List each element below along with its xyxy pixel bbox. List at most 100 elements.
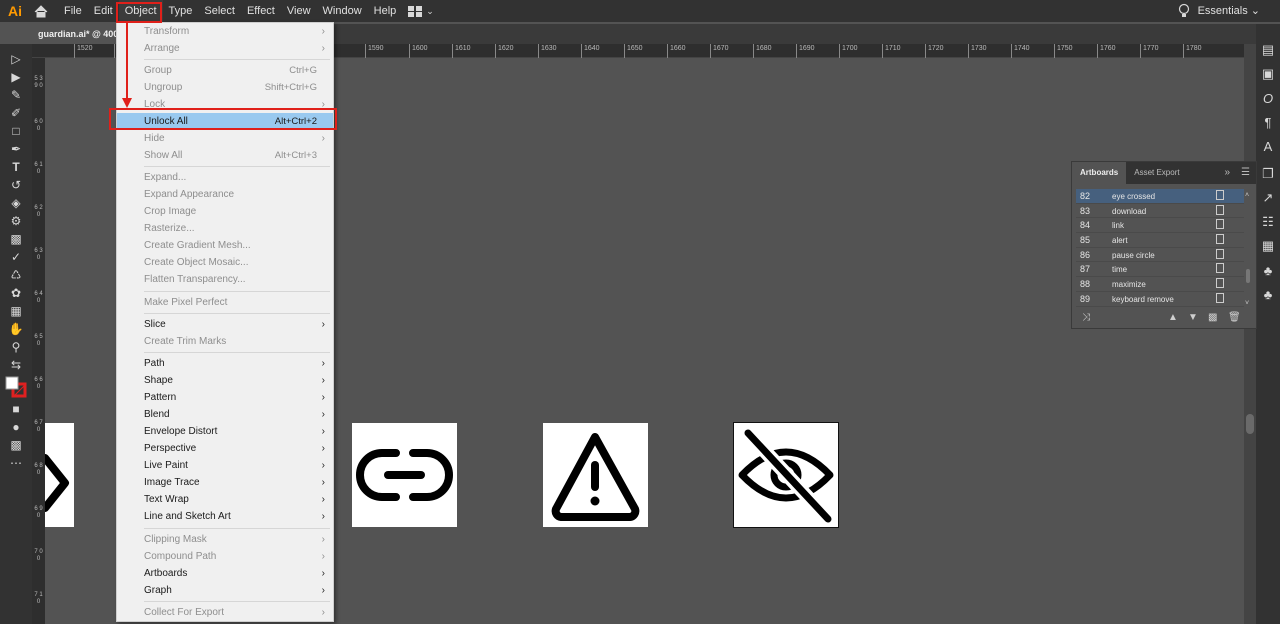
artboard-options-icon[interactable] [1216, 234, 1224, 245]
scrollbar-thumb[interactable] [1246, 414, 1254, 434]
artboard-options-icon[interactable] [1216, 278, 1224, 289]
lightbulb-icon[interactable] [1178, 3, 1190, 22]
artboard-alert[interactable] [543, 423, 648, 527]
tab-asset-export[interactable]: Asset Export [1126, 162, 1187, 184]
artboard-row[interactable]: 89 keyboard remove [1076, 292, 1244, 307]
artboards-panel-icon[interactable]: ❐ [1256, 162, 1280, 186]
symbol-sprayer-tool-icon[interactable]: ✿ [0, 284, 32, 302]
canvas-vertical-scrollbar[interactable] [1244, 44, 1256, 624]
menu-effect[interactable]: Effect [241, 0, 281, 22]
artboard-name[interactable]: time [1112, 265, 1127, 274]
artboard-options-icon[interactable] [1216, 219, 1224, 230]
artboard-row[interactable]: 85 alert [1076, 233, 1244, 248]
character-icon[interactable]: A [1256, 134, 1280, 158]
new-artboard-icon[interactable]: ▩ [1208, 312, 1217, 323]
artboard-row[interactable]: 88 maximize [1076, 277, 1244, 292]
menu-item-slice[interactable]: Slice › [117, 316, 333, 333]
menu-item-perspective[interactable]: Perspective › [117, 440, 333, 457]
menu-item-text-wrap[interactable]: Text Wrap › [117, 491, 333, 508]
brushes-icon[interactable]: ♣ [1256, 282, 1280, 306]
export-icon[interactable]: ↗ [1256, 186, 1280, 210]
direct-selection-tool-icon[interactable]: ▶ [0, 68, 32, 86]
menu-item-shape[interactable]: Shape › [117, 372, 333, 389]
hand-tool-icon[interactable]: ✋ [0, 320, 32, 338]
menu-file[interactable]: File [58, 0, 88, 22]
menu-type[interactable]: Type [163, 0, 199, 22]
panel-menu-icon[interactable]: ☰ [1241, 162, 1250, 184]
paragraph-icon[interactable]: ¶ [1256, 110, 1280, 134]
workspace-essentials[interactable]: Essentials ⌄ [1198, 0, 1260, 22]
artboards-list-scrollbar[interactable]: ˄ ˅ [1244, 189, 1252, 307]
artboard-tool-icon[interactable]: ▦ [0, 302, 32, 320]
properties-icon[interactable]: ▤ [1256, 38, 1280, 62]
opentype-icon[interactable]: O [1256, 86, 1280, 110]
delete-artboard-icon[interactable]: 🗑 [1228, 312, 1241, 323]
draw-mode-icon[interactable]: ● [0, 418, 32, 436]
artboard-row[interactable]: 83 download [1076, 204, 1244, 219]
artboard-options-icon[interactable] [1216, 292, 1224, 303]
artboard-name[interactable]: keyboard remove [1112, 295, 1174, 304]
color-mode-icon[interactable]: ■ [0, 400, 32, 418]
move-up-icon[interactable]: ▲ [1168, 312, 1178, 323]
menu-edit[interactable]: Edit [88, 0, 119, 22]
artboard-name[interactable]: alert [1112, 236, 1128, 245]
menu-item-path[interactable]: Path › [117, 355, 333, 372]
blend-tool-icon[interactable]: ♺ [0, 266, 32, 284]
artboard-row[interactable]: 82 eye crossed [1076, 189, 1244, 204]
artboard-options-icon[interactable] [1216, 204, 1224, 215]
artboard-eye-crossed[interactable] [733, 422, 839, 528]
home-icon[interactable] [30, 0, 52, 22]
menu-window[interactable]: Window [317, 0, 368, 22]
artboard-row[interactable]: 87 time [1076, 262, 1244, 278]
rearrange-artboards-icon[interactable]: ⤨ [1082, 312, 1090, 323]
layers-icon[interactable]: ☷ [1256, 210, 1280, 234]
paintbrush-tool-icon[interactable]: ✒ [0, 140, 32, 158]
artboard-options-icon[interactable] [1216, 190, 1224, 200]
libraries-icon[interactable]: ▦ [1256, 234, 1280, 258]
eyedropper-tool-icon[interactable]: ✓ [0, 248, 32, 266]
menu-item-artboards[interactable]: Artboards › [117, 565, 333, 582]
artboard-name[interactable]: link [1112, 221, 1124, 230]
curvature-tool-icon[interactable]: ✐ [0, 104, 32, 122]
warp-tool-icon[interactable]: ⚙ [0, 212, 32, 230]
artboard-name[interactable]: download [1112, 207, 1146, 216]
fill-stroke-swatch[interactable] [0, 374, 32, 400]
artboard-row[interactable]: 86 pause circle [1076, 248, 1244, 263]
artboard-name[interactable]: maximize [1112, 280, 1146, 289]
workspace-switcher[interactable]: ⌄ [408, 5, 434, 17]
artboard-name[interactable]: pause circle [1112, 251, 1155, 260]
artboard-options-icon[interactable] [1216, 263, 1224, 274]
swap-colors-icon[interactable]: ⇆ [0, 356, 32, 374]
menu-item-graph[interactable]: Graph › [117, 582, 333, 599]
document-tab[interactable]: guardian.ai* @ 400 [32, 24, 118, 44]
pen-tool-icon[interactable]: ✎ [0, 86, 32, 104]
menu-item-image-trace[interactable]: Image Trace › [117, 474, 333, 491]
rotate-tool-icon[interactable]: ↺ [0, 176, 32, 194]
menu-item-pattern[interactable]: Pattern › [117, 389, 333, 406]
artboard-row[interactable]: 84 link [1076, 218, 1244, 234]
move-down-icon[interactable]: ▼ [1188, 312, 1198, 323]
rectangle-tool-icon[interactable]: □ [0, 122, 32, 140]
menu-help[interactable]: Help [368, 0, 403, 22]
screen-mode-icon[interactable]: ▩ [0, 436, 32, 454]
type-tool-icon[interactable]: T [0, 158, 32, 176]
selection-tool-icon[interactable]: ▷ [0, 50, 32, 68]
artboard-name[interactable]: eye crossed [1112, 192, 1155, 201]
artboard-chevron[interactable] [45, 423, 74, 527]
menu-select[interactable]: Select [198, 0, 241, 22]
artboard-options-icon[interactable] [1216, 248, 1224, 259]
eraser-tool-icon[interactable]: ◈ [0, 194, 32, 212]
gradient-tool-icon[interactable]: ▩ [0, 230, 32, 248]
menu-item-blend[interactable]: Blend › [117, 406, 333, 423]
menu-item-live-paint[interactable]: Live Paint › [117, 457, 333, 474]
menu-item-line-and-sketch-art[interactable]: Line and Sketch Art › [117, 508, 333, 525]
image-icon[interactable]: ▣ [1256, 62, 1280, 86]
menu-view[interactable]: View [281, 0, 317, 22]
more-tools-icon[interactable]: ⋯ [0, 454, 32, 472]
artboard-link[interactable] [352, 423, 457, 527]
tab-artboards[interactable]: Artboards [1072, 162, 1127, 184]
collapse-panel-icon[interactable]: » [1224, 162, 1230, 184]
zoom-tool-icon[interactable]: ⚲ [0, 338, 32, 356]
symbols-icon[interactable]: ♣ [1256, 258, 1280, 282]
menu-item-envelope-distort[interactable]: Envelope Distort › [117, 423, 333, 440]
